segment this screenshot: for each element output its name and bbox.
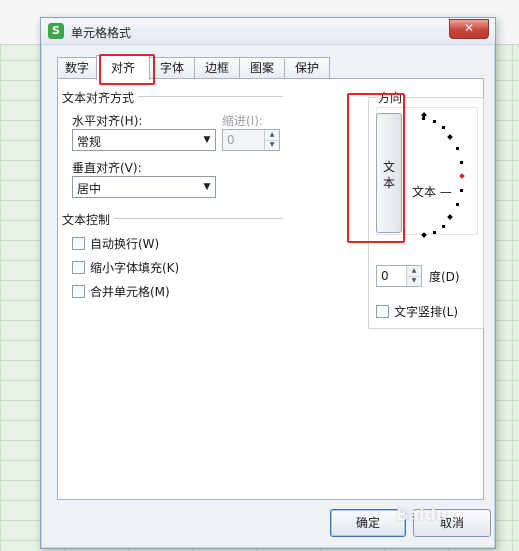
wps-app-icon: S [48,23,64,39]
tab-pattern[interactable]: 图案 [239,57,285,79]
dial-text: 文本 — [412,185,452,199]
horizontal-align-value: 常规 [77,135,102,149]
vertical-text-button[interactable]: 文 本 [376,113,402,233]
dial-marker [459,173,465,179]
vertical-text-char: 本 [382,176,395,190]
vertical-text-checkbox-label[interactable]: 文字竖排(L) [394,303,458,320]
horizontal-align-select[interactable]: 常规 ▼ [72,129,216,151]
merge-cells-checkbox[interactable] [72,285,85,298]
dialog-titlebar: S 单元格格式 ✕ [41,18,495,45]
vertical-align-label: 垂直对齐(V): [72,161,142,175]
stepper-down-icon[interactable]: ▼ [407,276,421,286]
chevron-down-icon: ▼ [203,182,211,192]
text-control-section-title: 文本控制 [62,213,111,227]
section-divider [114,218,283,219]
vertical-align-value: 居中 [77,182,102,196]
vertical-align-select[interactable]: 居中 ▼ [72,176,216,198]
degree-label: 度(D) [429,270,460,284]
orientation-title: 方向 [376,89,405,106]
degree-stepper[interactable]: 0 ▲ ▼ [376,265,422,287]
stepper-down-icon[interactable]: ▼ [265,140,279,150]
horizontal-align-label: 水平对齐(H): [72,114,143,128]
shrink-to-fit-label[interactable]: 缩小字体填充(K) [90,259,179,276]
dialog-title: 单元格格式 [71,26,132,40]
tab-border[interactable]: 边框 [194,57,240,79]
section-divider [138,96,283,97]
vertical-text-checkbox[interactable] [376,305,389,318]
ok-button[interactable]: 确定 [330,509,406,537]
cell-format-dialog: S 单元格格式 ✕ 数字 对齐 字体 边框 图案 保护 文本对齐方式 水平对齐(… [40,17,496,549]
close-icon: ✕ [463,21,475,35]
degree-value: 0 [381,269,389,283]
indent-label: 缩进(I): [222,114,263,128]
indent-value: 0 [227,133,235,147]
indent-stepper-buttons: ▲ ▼ [264,130,279,150]
tab-protection[interactable]: 保护 [284,57,330,79]
tab-number[interactable]: 数字 [57,57,97,79]
tab-font[interactable]: 字体 [149,57,195,79]
orientation-dial[interactable] [404,103,479,243]
vertical-text-char: 文 [382,160,395,174]
text-alignment-section-title: 文本对齐方式 [62,91,135,105]
dial-dots [421,112,463,238]
wrap-text-checkbox[interactable] [72,237,85,250]
degree-stepper-buttons: ▲ ▼ [406,266,421,286]
wrap-text-label[interactable]: 自动换行(W) [90,235,159,252]
watermark-logo: Baidu [396,505,448,524]
merge-cells-label[interactable]: 合并单元格(M) [90,283,170,300]
close-button[interactable]: ✕ [449,19,489,39]
indent-stepper[interactable]: 0 ▲ ▼ [222,129,280,151]
shrink-to-fit-checkbox[interactable] [72,261,85,274]
alignment-panel: 文本对齐方式 水平对齐(H): 常规 ▼ 缩进(I): 0 ▲ ▼ 垂直对齐(V… [57,78,484,500]
tab-alignment[interactable]: 对齐 [96,55,150,80]
chevron-down-icon: ▼ [203,135,211,145]
